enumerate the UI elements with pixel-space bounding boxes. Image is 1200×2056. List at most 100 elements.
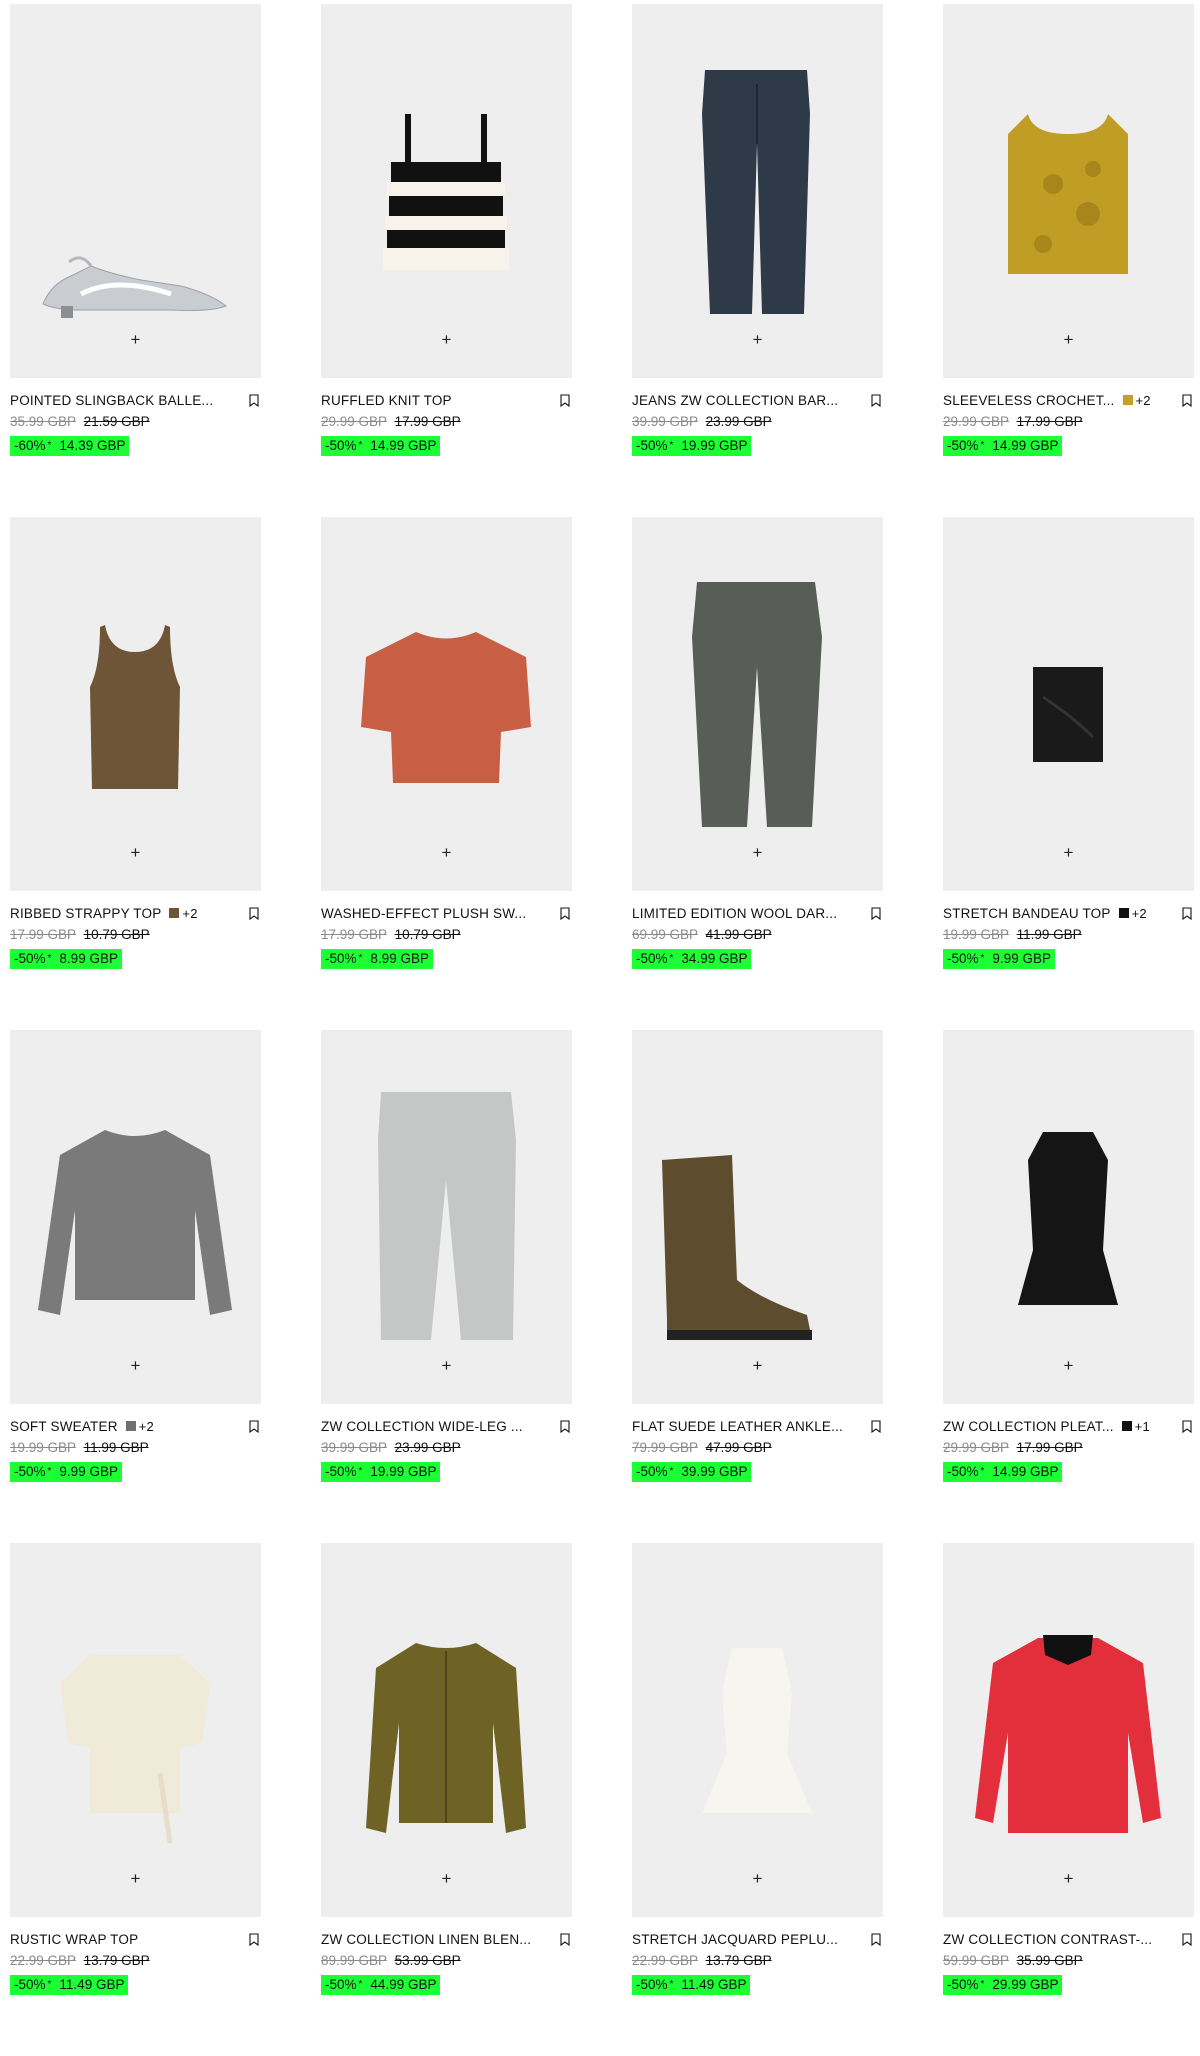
product-image[interactable]: + (632, 1030, 883, 1404)
original-price: 19.99 GBP (943, 927, 1009, 942)
product-card[interactable]: + ZW COLLECTION WIDE-LEG ... 39.99 GBP 2… (321, 1030, 572, 1543)
product-image[interactable]: + (321, 1030, 572, 1404)
add-to-cart-button[interactable]: + (436, 1354, 458, 1376)
previous-price: 10.79 GBP (394, 927, 461, 942)
add-to-cart-button[interactable]: + (436, 841, 458, 863)
bookmark-icon[interactable] (871, 907, 881, 921)
add-to-cart-button[interactable]: + (125, 1867, 147, 1889)
product-name[interactable]: JEANS ZW COLLECTION BAR... (632, 393, 838, 408)
product-card[interactable]: + SOFT SWEATER +2 19.99 GBP 11.99 GBP -5… (10, 1030, 261, 1543)
more-colors-count[interactable]: +2 (139, 1419, 154, 1434)
product-image[interactable]: + (10, 517, 261, 891)
add-to-cart-button[interactable]: + (125, 841, 147, 863)
add-to-cart-button[interactable]: + (747, 1867, 769, 1889)
color-swatch[interactable] (1118, 908, 1129, 918)
bookmark-icon[interactable] (249, 907, 259, 921)
more-colors-count[interactable]: +2 (182, 906, 197, 921)
product-name[interactable]: STRETCH JACQUARD PEPLU... (632, 1932, 838, 1947)
bookmark-icon[interactable] (249, 1420, 259, 1434)
sale-badge: -50% * 44.99 GBP (321, 1975, 441, 1995)
bookmark-icon[interactable] (249, 1933, 259, 1947)
product-card[interactable]: + STRETCH BANDEAU TOP +2 19.99 GBP 11.99… (943, 517, 1194, 1030)
add-to-cart-button[interactable]: + (1058, 841, 1080, 863)
price-history: 89.99 GBP 53.99 GBP (321, 1953, 572, 1969)
product-image[interactable]: + (632, 1543, 883, 1917)
product-card[interactable]: + RUSTIC WRAP TOP 22.99 GBP 13.79 GBP -5… (10, 1543, 261, 2056)
add-to-cart-button[interactable]: + (747, 841, 769, 863)
bookmark-icon[interactable] (560, 907, 570, 921)
product-card[interactable]: + WASHED-EFFECT PLUSH SW... 17.99 GBP 10… (321, 517, 572, 1030)
product-name[interactable]: SLEEVELESS CROCHET... (943, 393, 1115, 408)
product-image[interactable]: + (10, 1543, 261, 1917)
product-card[interactable]: + SLEEVELESS CROCHET... +2 29.99 GBP 17.… (943, 4, 1194, 517)
bookmark-icon[interactable] (1182, 1420, 1192, 1434)
product-card[interactable]: + JEANS ZW COLLECTION BAR... 39.99 GBP 2… (632, 4, 883, 517)
product-card[interactable]: + ZW COLLECTION PLEAT... +1 29.99 GBP 17… (943, 1030, 1194, 1543)
add-to-cart-button[interactable]: + (125, 328, 147, 350)
product-card[interactable]: + RUFFLED KNIT TOP 29.99 GBP 17.99 GBP -… (321, 4, 572, 517)
add-to-cart-button[interactable]: + (747, 328, 769, 350)
bookmark-icon[interactable] (871, 1933, 881, 1947)
product-image[interactable]: + (321, 1543, 572, 1917)
product-image[interactable]: + (632, 517, 883, 891)
more-colors-count[interactable]: +2 (1136, 393, 1151, 408)
bookmark-icon[interactable] (1182, 907, 1192, 921)
more-colors-count[interactable]: +2 (1132, 906, 1147, 921)
product-name[interactable]: ZW COLLECTION WIDE-LEG ... (321, 1419, 523, 1434)
more-colors-count[interactable]: +1 (1135, 1419, 1150, 1434)
product-card[interactable]: + RIBBED STRAPPY TOP +2 17.99 GBP 10.79 … (10, 517, 261, 1030)
product-name[interactable]: ZW COLLECTION PLEAT... (943, 1419, 1114, 1434)
product-name[interactable]: LIMITED EDITION WOOL DAR... (632, 906, 837, 921)
product-name[interactable]: FLAT SUEDE LEATHER ANKLE... (632, 1419, 843, 1434)
discount-asterisk: * (980, 1466, 985, 1477)
product-image[interactable]: + (321, 517, 572, 891)
add-to-cart-button[interactable]: + (125, 1354, 147, 1376)
bookmark-icon[interactable] (560, 1420, 570, 1434)
product-card[interactable]: + STRETCH JACQUARD PEPLU... 22.99 GBP 13… (632, 1543, 883, 2056)
product-name[interactable]: RUSTIC WRAP TOP (10, 1932, 138, 1947)
product-image[interactable]: + (943, 1543, 1194, 1917)
bookmark-icon[interactable] (1182, 394, 1192, 408)
add-to-cart-button[interactable]: + (747, 1354, 769, 1376)
bookmark-icon[interactable] (560, 1933, 570, 1947)
bookmark-icon[interactable] (871, 1420, 881, 1434)
product-name[interactable]: RIBBED STRAPPY TOP (10, 906, 161, 921)
add-to-cart-button[interactable]: + (1058, 328, 1080, 350)
product-card[interactable]: + POINTED SLINGBACK BALLE... 35.99 GBP 2… (10, 4, 261, 517)
product-image[interactable]: + (943, 517, 1194, 891)
product-card[interactable]: + ZW COLLECTION CONTRAST-... 59.99 GBP 3… (943, 1543, 1194, 2056)
color-swatch[interactable] (169, 908, 180, 918)
product-info: SOFT SWEATER +2 (10, 1418, 261, 1434)
product-card[interactable]: + LIMITED EDITION WOOL DAR... 69.99 GBP … (632, 517, 883, 1030)
product-card[interactable]: + ZW COLLECTION LINEN BLEN... 89.99 GBP … (321, 1543, 572, 2056)
color-swatch[interactable] (1121, 1421, 1132, 1431)
sale-badge: -50% * 19.99 GBP (321, 1462, 441, 1482)
color-swatch[interactable] (125, 1421, 136, 1431)
bookmark-icon[interactable] (560, 394, 570, 408)
product-name[interactable]: WASHED-EFFECT PLUSH SW... (321, 906, 526, 921)
discount-asterisk: * (47, 1466, 52, 1477)
add-to-cart-button[interactable]: + (1058, 1867, 1080, 1889)
product-image[interactable]: + (10, 1030, 261, 1404)
product-name[interactable]: RUFFLED KNIT TOP (321, 393, 452, 408)
product-image[interactable]: + (632, 4, 883, 378)
product-name[interactable]: ZW COLLECTION LINEN BLEN... (321, 1932, 531, 1947)
product-image[interactable]: + (10, 4, 261, 378)
add-to-cart-button[interactable]: + (436, 328, 458, 350)
product-name[interactable]: SOFT SWEATER (10, 1419, 118, 1434)
sale-row: -50% * 14.99 GBP (943, 436, 1194, 456)
bookmark-icon[interactable] (1182, 1933, 1192, 1947)
add-to-cart-button[interactable]: + (1058, 1354, 1080, 1376)
product-image[interactable]: + (943, 1030, 1194, 1404)
product-image[interactable]: + (321, 4, 572, 378)
bookmark-icon[interactable] (249, 394, 259, 408)
add-to-cart-button[interactable]: + (436, 1867, 458, 1889)
bookmark-icon[interactable] (871, 394, 881, 408)
product-name[interactable]: POINTED SLINGBACK BALLE... (10, 393, 213, 408)
product-image[interactable]: + (943, 4, 1194, 378)
product-name[interactable]: ZW COLLECTION CONTRAST-... (943, 1932, 1152, 1947)
product-card[interactable]: + FLAT SUEDE LEATHER ANKLE... 79.99 GBP … (632, 1030, 883, 1543)
color-swatch[interactable] (1122, 395, 1133, 405)
product-name[interactable]: STRETCH BANDEAU TOP (943, 906, 1111, 921)
sale-row: -50% * 11.49 GBP (10, 1975, 261, 1995)
